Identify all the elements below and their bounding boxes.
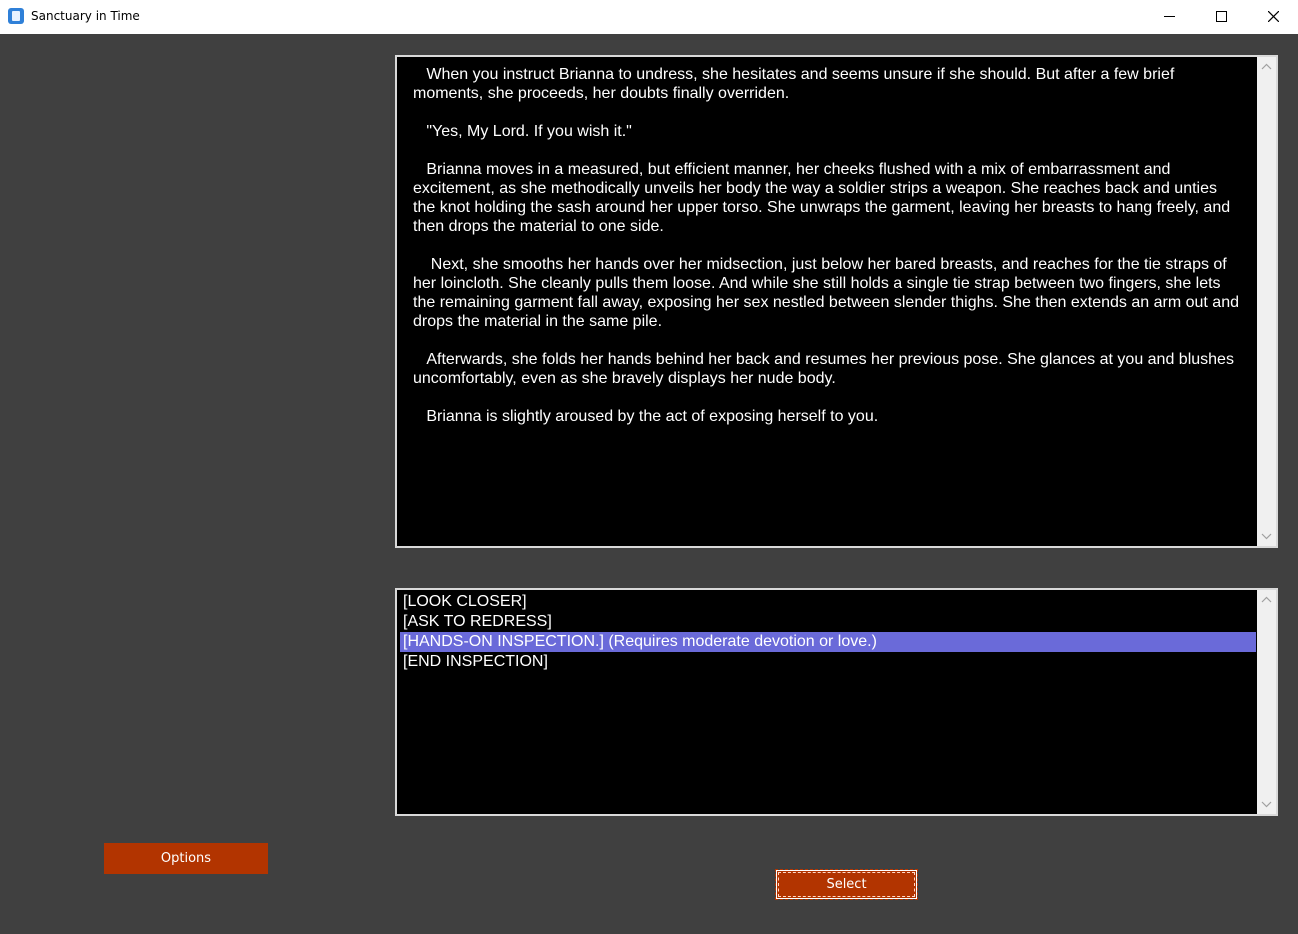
scroll-up-icon[interactable]	[1261, 596, 1272, 603]
choice-end-inspection[interactable]: [END INSPECTION]	[400, 652, 1256, 672]
maximize-button[interactable]	[1195, 0, 1247, 34]
app-icon	[8, 8, 24, 24]
story-paragraph: When you instruct Brianna to undress, sh…	[413, 66, 1179, 102]
story-scrollbar[interactable]	[1257, 57, 1276, 546]
close-icon	[1268, 11, 1279, 22]
choice-hands-on-inspection[interactable]: [HANDS-ON INSPECTION.] (Requires moderat…	[400, 632, 1256, 652]
select-button-label: Select	[826, 877, 867, 892]
choice-look-closer[interactable]: [LOOK CLOSER]	[400, 592, 1256, 612]
choice-scrollbar[interactable]	[1257, 590, 1276, 814]
scroll-up-icon[interactable]	[1261, 63, 1272, 70]
select-button[interactable]: Select	[775, 869, 918, 900]
minimize-button[interactable]	[1143, 0, 1195, 34]
options-button[interactable]: Options	[104, 843, 268, 874]
scroll-down-icon[interactable]	[1261, 533, 1272, 540]
window-title: Sanctuary in Time	[31, 9, 140, 23]
choice-ask-to-redress[interactable]: [ASK TO REDRESS]	[400, 612, 1256, 632]
scroll-down-icon[interactable]	[1261, 801, 1272, 808]
choice-list[interactable]: [LOOK CLOSER] [ASK TO REDRESS] [HANDS-ON…	[395, 588, 1278, 816]
story-text: When you instruct Brianna to undress, sh…	[413, 65, 1243, 445]
close-button[interactable]	[1247, 0, 1298, 34]
story-paragraph: Brianna moves in a measured, but efficie…	[413, 161, 1235, 235]
maximize-icon	[1216, 11, 1227, 22]
story-paragraph: Next, she smooths her hands over her mid…	[413, 256, 1244, 330]
minimize-icon	[1164, 16, 1175, 17]
story-paragraph: Afterwards, she folds her hands behind h…	[413, 351, 1239, 387]
story-paragraph: Brianna is slightly aroused by the act o…	[413, 408, 879, 425]
story-paragraph: "Yes, My Lord. If you wish it."	[413, 123, 632, 140]
choice-items: [LOOK CLOSER] [ASK TO REDRESS] [HANDS-ON…	[400, 592, 1256, 672]
story-text-panel[interactable]: When you instruct Brianna to undress, sh…	[395, 55, 1278, 548]
title-bar: Sanctuary in Time	[0, 0, 1298, 34]
